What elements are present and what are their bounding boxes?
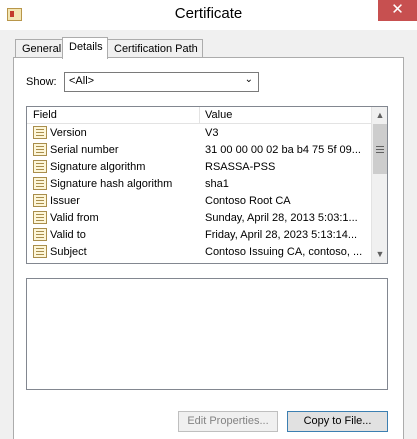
- field-value: 31 00 00 00 02 ba b4 75 5f 09...: [205, 144, 361, 156]
- table-row[interactable]: Signature hash algorithm sha1: [27, 176, 371, 193]
- show-label: Show:: [26, 76, 57, 88]
- certificate-field-icon: [33, 245, 47, 258]
- copy-to-file-button[interactable]: Copy to File...: [287, 411, 388, 432]
- table-row[interactable]: Serial number 31 00 00 00 02 ba b4 75 5f…: [27, 142, 371, 159]
- close-button[interactable]: ✕: [378, 0, 417, 21]
- list-header: Field Value: [27, 107, 371, 124]
- grip-icon: [376, 146, 384, 147]
- certificate-dialog: Certificate ✕ General Details Certificat…: [0, 0, 417, 439]
- table-row[interactable]: Version V3: [27, 125, 371, 142]
- show-dropdown[interactable]: <All> ⌄: [64, 72, 259, 92]
- table-row[interactable]: Signature algorithm RSASSA-PSS: [27, 159, 371, 176]
- tab-certification-path[interactable]: Certification Path: [107, 39, 203, 59]
- field-name: Subject: [50, 246, 87, 258]
- column-header-value[interactable]: Value: [205, 109, 232, 121]
- field-value: sha1: [205, 178, 229, 190]
- tab-general[interactable]: General: [15, 39, 63, 59]
- column-header-field[interactable]: Field: [33, 109, 57, 121]
- certificate-field-icon: [33, 194, 47, 207]
- tab-details[interactable]: Details: [62, 37, 108, 59]
- field-value: V3: [205, 127, 219, 139]
- field-value: RSASSA-PSS: [205, 161, 276, 173]
- field-details-textarea[interactable]: [26, 278, 388, 390]
- field-name: Serial number: [50, 144, 119, 156]
- table-row[interactable]: Subject Contoso Issuing CA, contoso, ...: [27, 244, 371, 261]
- certificate-field-icon: [33, 211, 47, 224]
- certificate-field-icon: [33, 160, 47, 173]
- field-name: Issuer: [50, 195, 80, 207]
- table-row[interactable]: Valid from Sunday, April 28, 2013 5:03:1…: [27, 210, 371, 227]
- field-value: Contoso Root CA: [205, 195, 291, 207]
- field-name: Valid from: [50, 212, 99, 224]
- certificate-field-icon: [33, 228, 47, 241]
- field-value: Sunday, April 28, 2013 5:03:1...: [205, 212, 358, 224]
- edit-properties-button[interactable]: Edit Properties...: [178, 411, 278, 432]
- field-value: Contoso Issuing CA, contoso, ...: [205, 246, 363, 258]
- show-dropdown-value: <All>: [69, 75, 95, 87]
- certificate-field-icon: [33, 177, 47, 190]
- vertical-scrollbar[interactable]: ▲ ▼: [371, 107, 387, 263]
- field-name: Signature hash algorithm: [50, 178, 173, 190]
- scroll-down-arrow-icon[interactable]: ▼: [372, 246, 387, 263]
- field-name: Signature algorithm: [50, 161, 146, 173]
- field-name: Version: [50, 127, 87, 139]
- scroll-up-arrow-icon[interactable]: ▲: [372, 107, 387, 124]
- title-bar[interactable]: Certificate ✕: [0, 0, 417, 30]
- certificate-fields-list[interactable]: Field Value Version V3 Serial number 31 …: [26, 106, 388, 264]
- chevron-down-icon: ⌄: [244, 74, 253, 85]
- certificate-field-icon: [33, 126, 47, 139]
- certificate-field-icon: [33, 143, 47, 156]
- window-title: Certificate: [174, 5, 243, 22]
- scrollbar-thumb[interactable]: [373, 124, 387, 174]
- column-divider[interactable]: [199, 107, 200, 124]
- field-name: Valid to: [50, 229, 86, 241]
- table-row[interactable]: Issuer Contoso Root CA: [27, 193, 371, 210]
- field-value: Friday, April 28, 2023 5:13:14...: [205, 229, 358, 241]
- table-row[interactable]: Valid to Friday, April 28, 2023 5:13:14.…: [27, 227, 371, 244]
